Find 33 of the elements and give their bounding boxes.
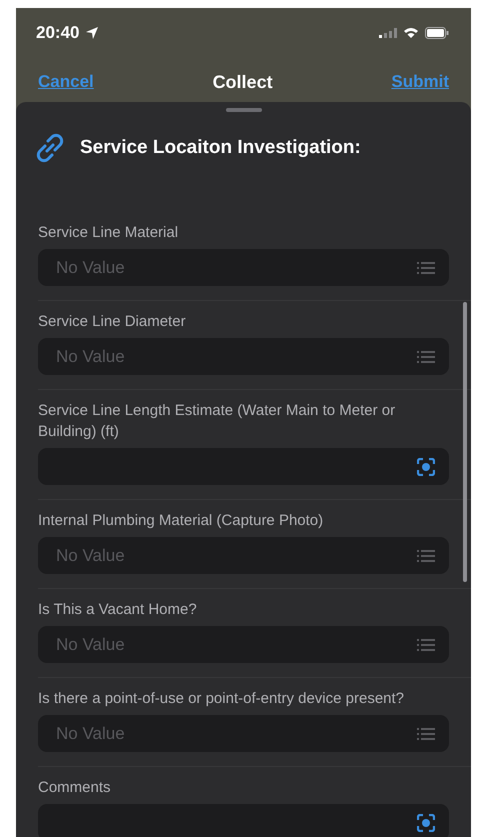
status-time: 20:40 [36, 23, 80, 43]
input-field[interactable]: No Value [38, 537, 449, 574]
field-label: Internal Plumbing Material (Capture Photo) [38, 511, 324, 531]
drag-handle[interactable] [226, 108, 262, 112]
list-icon [417, 726, 435, 740]
scrollbar[interactable] [463, 302, 467, 582]
submit-link[interactable]: Submit [391, 72, 449, 92]
input-field[interactable] [38, 804, 449, 837]
field-label: Is This a Vacant Home? [38, 600, 198, 620]
scan-icon [417, 814, 435, 832]
wifi-icon [403, 27, 419, 39]
field-label: Comments [38, 778, 112, 798]
cancel-link[interactable]: Cancel [38, 72, 94, 92]
input-field[interactable]: No Value [38, 249, 449, 286]
list-icon [417, 548, 435, 562]
input-field[interactable]: No Value [38, 715, 449, 752]
list-icon [417, 638, 435, 652]
field-label: Service Line Material [38, 223, 180, 243]
input-field[interactable] [38, 448, 449, 485]
field-label: Is there a point-of-use or point-of-entry device present? [38, 689, 406, 709]
location-arrow-icon [85, 26, 100, 40]
form-title: Service Locaiton Investigation: [80, 137, 361, 159]
input-field[interactable]: No Value [38, 338, 449, 375]
list-icon [417, 260, 435, 274]
input-field[interactable]: No Value [38, 626, 449, 663]
link-icon [34, 132, 66, 164]
scan-icon [417, 458, 435, 476]
list-icon [417, 350, 435, 364]
signal-icon [379, 28, 397, 38]
field-label: Service Line Length Estimate (Water Main to Meter or Building) (ft) [38, 401, 396, 442]
field-label: Service Line Diameter [38, 312, 187, 332]
nav-title: Collect [212, 72, 273, 92]
battery-icon [425, 27, 449, 39]
